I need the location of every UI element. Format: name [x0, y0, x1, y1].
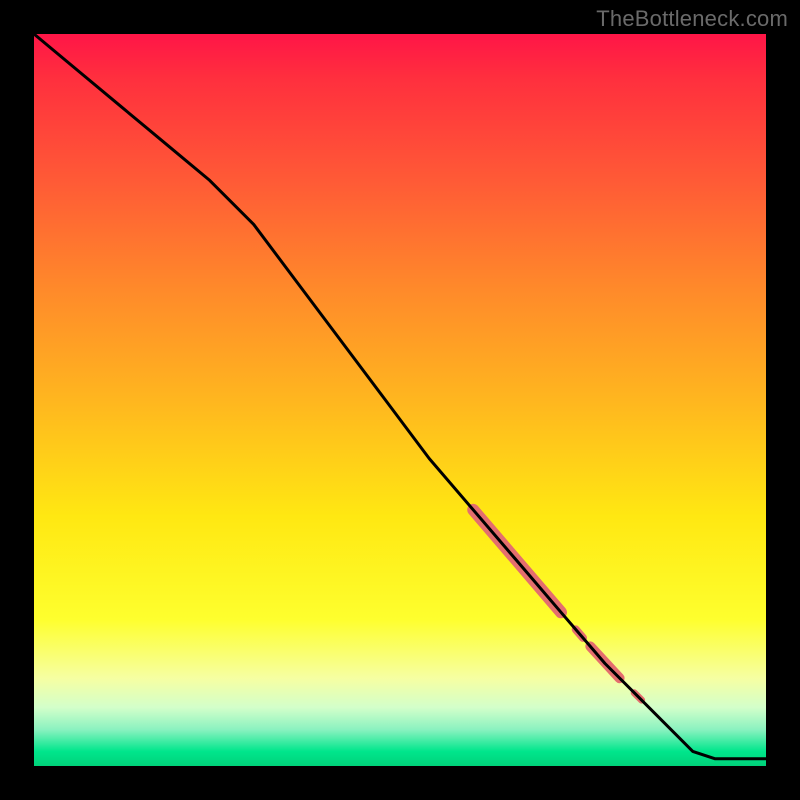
plot-area: [34, 34, 766, 766]
curve-layer: [34, 34, 766, 766]
chart-container: TheBottleneck.com: [0, 0, 800, 800]
main-curve: [34, 34, 766, 759]
watermark-text: TheBottleneck.com: [596, 6, 788, 32]
